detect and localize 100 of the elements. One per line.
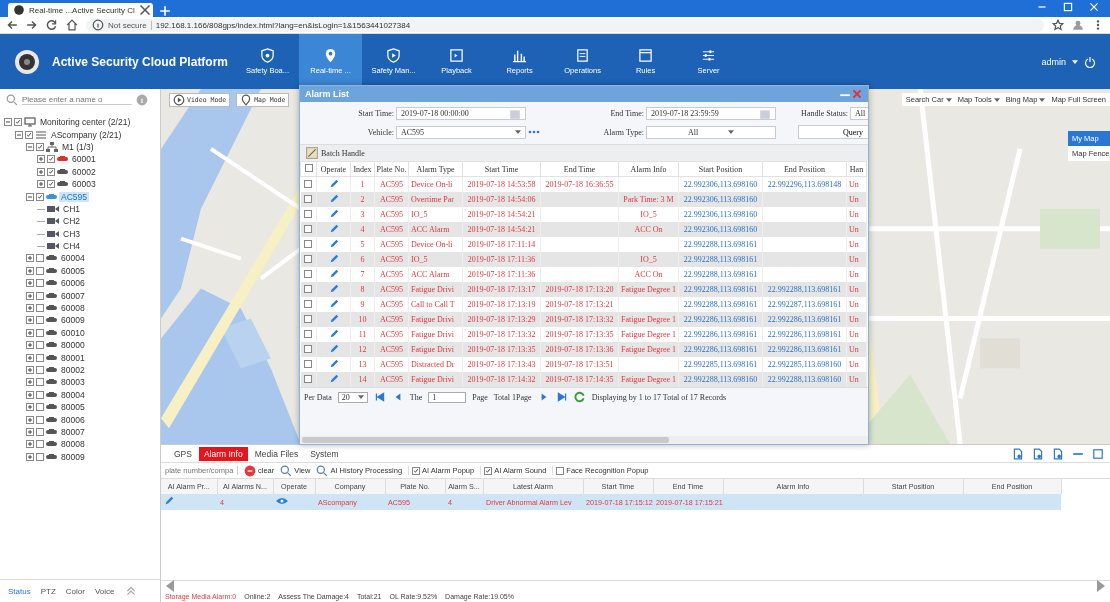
expand-icon[interactable] <box>26 366 34 374</box>
tree-item[interactable]: 80007 <box>59 426 87 437</box>
tree-item[interactable]: 60008 <box>59 303 87 314</box>
tree-checkbox[interactable] <box>36 366 44 374</box>
browser-tab[interactable]: Real-time ...Active Security Cl <box>8 3 153 17</box>
tree-item[interactable]: 60010 <box>59 327 87 338</box>
expand-icon[interactable] <box>37 180 45 189</box>
panel-tab[interactable]: Media Files <box>249 446 304 461</box>
row-checkbox[interactable] <box>304 269 313 278</box>
collapse-icon[interactable] <box>26 192 34 201</box>
expand-icon[interactable] <box>26 316 34 325</box>
tree-item[interactable]: CH1 <box>61 203 82 214</box>
expand-icon[interactable] <box>26 353 34 362</box>
expand-icon[interactable] <box>26 440 34 449</box>
tree-checkbox[interactable] <box>36 378 44 387</box>
expand-icon[interactable] <box>26 415 34 424</box>
tree-checkbox[interactable] <box>47 167 55 176</box>
tree-item[interactable]: 60009 <box>59 315 87 326</box>
handle-status-dropdown[interactable]: All <box>850 107 868 120</box>
expand-icon[interactable] <box>26 266 34 275</box>
expand-icon[interactable] <box>26 390 34 399</box>
tree-checkbox[interactable] <box>25 130 33 139</box>
tree-item[interactable]: 60002 <box>70 166 98 177</box>
footer-tab[interactable]: Color <box>65 586 85 596</box>
row-checkbox[interactable] <box>304 194 313 203</box>
tree-item[interactable]: 80002 <box>59 365 87 375</box>
footer-tab[interactable]: Status <box>8 586 31 596</box>
select-all-checkbox[interactable] <box>304 164 313 172</box>
tree-checkbox[interactable] <box>36 427 44 436</box>
tree-checkbox[interactable] <box>36 403 44 412</box>
expand-icon[interactable] <box>26 403 34 412</box>
row-checkbox[interactable] <box>304 254 313 263</box>
user-menu[interactable]: admin <box>1041 56 1066 67</box>
expand-icon[interactable] <box>26 304 34 313</box>
row-checkbox[interactable] <box>304 344 313 353</box>
tree-checkbox[interactable] <box>36 304 44 313</box>
row-checkbox[interactable] <box>304 314 313 323</box>
tree-checkbox[interactable] <box>47 180 55 189</box>
row-checkbox[interactable] <box>304 329 313 338</box>
tree-item[interactable]: 80005 <box>59 402 87 413</box>
row-checkbox[interactable] <box>304 239 313 248</box>
batch-handle-button[interactable]: Batch Handle <box>321 148 365 158</box>
expand-icon[interactable] <box>26 291 34 300</box>
tree-item[interactable]: AScompany (2/21) <box>49 129 124 140</box>
tree-checkbox[interactable] <box>36 291 44 300</box>
checkbox[interactable] <box>484 466 493 475</box>
row-checkbox[interactable] <box>304 299 313 308</box>
expand-icon[interactable] <box>26 254 34 263</box>
tree-checkbox[interactable] <box>36 440 44 449</box>
expand-icon[interactable] <box>26 328 34 337</box>
tree-item[interactable]: CH3 <box>61 228 82 239</box>
checkbox[interactable] <box>556 466 565 475</box>
tree-checkbox[interactable] <box>36 353 44 362</box>
tree-checkbox[interactable] <box>36 142 44 151</box>
page-field[interactable]: 1 <box>428 391 467 403</box>
panel-tab[interactable]: System <box>305 446 344 461</box>
tree-item[interactable]: 60001 <box>70 154 98 165</box>
expand-icon[interactable] <box>37 155 45 164</box>
tree-checkbox[interactable] <box>36 341 44 350</box>
row-checkbox[interactable] <box>304 374 313 383</box>
tree-item[interactable]: Monitoring center (2/21) <box>38 117 133 128</box>
tree-checkbox[interactable] <box>36 254 44 263</box>
per-page-dropdown[interactable]: 20 <box>337 391 368 403</box>
checkbox[interactable] <box>412 466 421 475</box>
tree-item[interactable]: M1 (1/3) <box>60 141 96 152</box>
footer-tab[interactable]: Voice <box>94 586 115 596</box>
expand-icon[interactable] <box>26 427 34 436</box>
tree-item[interactable]: 80004 <box>59 389 87 400</box>
tree-item[interactable]: 60005 <box>59 265 87 276</box>
vehicle-dropdown[interactable]: AC595 <box>396 125 526 139</box>
alarm-type-dropdown[interactable]: All <box>646 125 776 139</box>
tree-item[interactable]: 80001 <box>59 352 87 363</box>
tree-checkbox[interactable] <box>36 390 44 399</box>
expand-icon[interactable] <box>37 167 45 176</box>
expand-icon[interactable] <box>26 452 34 461</box>
tree-checkbox[interactable] <box>36 192 44 201</box>
query-button[interactable]: Query <box>798 125 868 139</box>
tree-item[interactable]: 80006 <box>59 414 87 425</box>
tree-checkbox[interactable] <box>36 279 44 288</box>
tree-checkbox[interactable] <box>36 316 44 325</box>
address-bar[interactable]: Not secure 192.168.1.166/808gps/index.html?lang=en&isLogin=1&1563441027384 <box>86 18 1044 32</box>
panel-tab[interactable]: GPS <box>169 446 197 461</box>
collapse-icon[interactable] <box>4 118 12 127</box>
collapse-icon[interactable] <box>26 142 34 151</box>
tree-checkbox[interactable] <box>47 155 55 164</box>
tree-checkbox[interactable] <box>36 328 44 337</box>
tree-item[interactable]: 60003 <box>70 179 98 190</box>
end-time-field[interactable]: 2019-07-18 23:59:59 <box>646 107 776 120</box>
tree-item[interactable]: AC595 <box>59 191 89 202</box>
start-time-field[interactable]: 2019-07-18 00:00:00 <box>396 107 526 120</box>
tree-item[interactable]: 80008 <box>59 439 87 450</box>
row-checkbox[interactable] <box>304 179 313 188</box>
collapse-icon[interactable] <box>15 130 23 139</box>
row-checkbox[interactable] <box>304 359 313 368</box>
tree-item[interactable]: 80009 <box>59 451 87 462</box>
tree-item[interactable]: 60004 <box>59 253 87 264</box>
search-field[interactable]: Please enter a name o <box>22 95 132 105</box>
tree-item[interactable]: CH4 <box>61 241 82 252</box>
tree-item[interactable]: 80003 <box>59 377 87 388</box>
tree-checkbox[interactable] <box>36 452 44 461</box>
